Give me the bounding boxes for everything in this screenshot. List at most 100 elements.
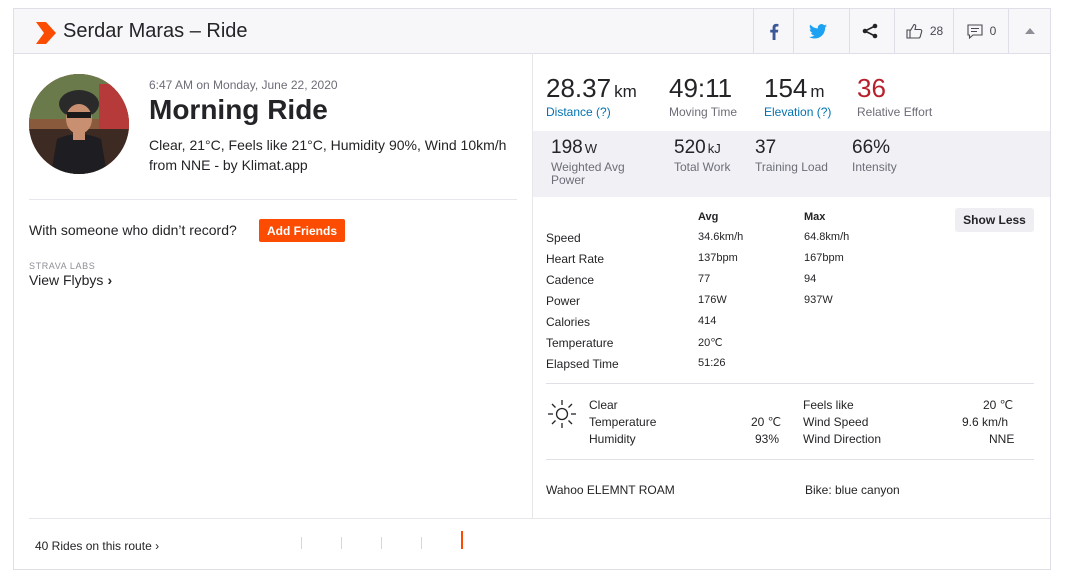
stat-label: Weighted Avg Power <box>551 160 625 187</box>
table-row: Power 176W 937W <box>546 294 946 315</box>
chevron-right-icon: › <box>107 272 113 288</box>
share-button[interactable] <box>849 9 890 53</box>
chevron-up-icon <box>1025 28 1035 34</box>
row-name: Calories <box>546 315 591 329</box>
table-row: Heart Rate 137bpm 167bpm <box>546 252 946 273</box>
row-max: 94 <box>804 273 817 285</box>
stat-distance: 28.37 km Distance (?) <box>546 73 637 119</box>
distance-help-link[interactable]: Distance (?) <box>546 105 637 119</box>
activity-header: Serdar Maras – Ride 28 0 <box>14 9 1050 54</box>
divider <box>546 459 1034 460</box>
table-row: Speed 34.6km/h 64.8km/h <box>546 231 946 252</box>
row-avg: 51:26 <box>698 357 726 369</box>
row-avg: 34.6km/h <box>698 231 744 243</box>
row-name: Elapsed Time <box>546 357 619 371</box>
stat-value: 28.37 <box>546 73 612 103</box>
stat-training-load: 37 Training Load <box>755 137 828 174</box>
share-icon <box>862 23 878 39</box>
row-avg: 176W <box>698 294 727 306</box>
weather-wind-direction-value: NNE <box>989 432 1015 446</box>
weather-condition: Clear <box>589 398 618 412</box>
row-avg: 414 <box>698 315 717 327</box>
stat-unit: m <box>810 82 825 101</box>
device-name: Wahoo ELEMNT ROAM <box>546 483 675 497</box>
strava-chevron-icon <box>36 22 56 44</box>
twitter-share-button[interactable] <box>793 9 842 53</box>
rides-on-route-link[interactable]: 40 Rides on this route › <box>35 539 159 553</box>
elevation-help-link[interactable]: Elevation (?) <box>764 105 831 119</box>
thumbs-up-icon <box>906 23 923 39</box>
activity-timestamp: 6:47 AM on Monday, June 22, 2020 <box>149 78 338 92</box>
route-chart-tick <box>301 537 302 549</box>
weather-temperature-value: 20 ℃ <box>751 415 782 429</box>
stat-weighted-avg-power: 198 W Weighted Avg Power <box>551 137 651 187</box>
stat-value: 154 <box>764 73 808 103</box>
stat-elevation: 154 m Elevation (?) <box>764 73 831 119</box>
divider <box>29 518 1050 519</box>
collapse-button[interactable] <box>1008 9 1051 53</box>
facebook-share-button[interactable] <box>753 9 794 53</box>
kudos-count: 28 <box>929 24 944 38</box>
stat-value: 66% <box>852 137 891 158</box>
stat-moving-time: 49:11 Moving Time <box>669 73 737 119</box>
weather-humidity-value: 93% <box>755 432 780 446</box>
row-name: Speed <box>546 231 581 245</box>
twitter-icon <box>809 23 827 39</box>
stat-label: Intensity <box>852 160 897 174</box>
view-flybys-label: View Flybys <box>29 272 104 288</box>
stat-relative-effort[interactable]: 36 Relative Effort <box>857 73 932 119</box>
stat-value: 36 <box>857 73 886 103</box>
row-name: Power <box>546 294 581 308</box>
stat-unit: W <box>584 141 597 156</box>
activity-title: Morning Ride <box>149 94 328 125</box>
comments-button[interactable]: 0 <box>953 9 1009 53</box>
column-divider <box>532 53 533 519</box>
weather-temperature-label: Temperature <box>589 415 657 429</box>
weather-feels-like-value: 20 ℃ <box>983 398 1014 412</box>
comments-count: 0 <box>989 24 997 38</box>
route-chart-tick <box>381 537 382 549</box>
max-column-header: Max <box>804 211 826 223</box>
stat-unit: kJ <box>707 141 721 156</box>
stat-intensity: 66% Intensity <box>852 137 897 174</box>
stat-unit: km <box>614 82 637 101</box>
show-less-button[interactable]: Show Less <box>955 208 1034 232</box>
bike-name[interactable]: Bike: blue canyon <box>805 483 900 497</box>
stat-value: 37 <box>755 137 777 158</box>
kudos-button[interactable]: 28 <box>894 9 954 53</box>
stat-label: Total Work <box>674 160 731 174</box>
friends-prompt: With someone who didn’t record? <box>29 222 237 238</box>
row-name: Cadence <box>546 273 595 287</box>
avatar[interactable] <box>29 74 129 174</box>
weather-humidity-label: Humidity <box>589 432 636 446</box>
add-friends-button[interactable]: Add Friends <box>259 219 345 242</box>
table-row: Cadence 77 94 <box>546 273 946 294</box>
facebook-icon <box>770 23 779 40</box>
row-name: Heart Rate <box>546 252 605 266</box>
row-avg: 20℃ <box>698 337 723 349</box>
weather-feels-like-label: Feels like <box>803 398 854 412</box>
activity-description: Clear, 21°C, Feels like 21°C, Humidity 9… <box>149 137 507 173</box>
divider <box>546 383 1034 384</box>
stat-label: Training Load <box>755 160 828 174</box>
athlete-photo <box>29 74 129 174</box>
row-max: 937W <box>804 294 833 306</box>
row-max: 167bpm <box>804 252 844 264</box>
table-row: Temperature 20℃ <box>546 336 946 357</box>
stat-value: 198 <box>551 137 583 158</box>
weather-wind-speed-value: 9.6 km/h <box>962 415 1009 429</box>
stat-label: Relative Effort <box>857 105 933 119</box>
stat-value: 520 <box>674 137 706 158</box>
activity-panel: Serdar Maras – Ride 28 0 6:47 AM on Mond… <box>13 8 1051 570</box>
stat-value: 49:11 <box>669 73 733 103</box>
row-max: 64.8km/h <box>804 231 850 243</box>
page-title: Serdar Maras – Ride <box>63 20 248 42</box>
strava-labs-label: STRAVA LABS <box>29 261 96 271</box>
sun-icon <box>548 400 576 428</box>
weather-wind-speed-label: Wind Speed <box>803 415 869 429</box>
view-flybys-link[interactable]: View Flybys › <box>29 272 112 288</box>
avg-column-header: Avg <box>698 211 719 223</box>
divider <box>29 199 517 200</box>
route-chart-tick <box>341 537 342 549</box>
route-chart-current-marker <box>461 531 463 549</box>
